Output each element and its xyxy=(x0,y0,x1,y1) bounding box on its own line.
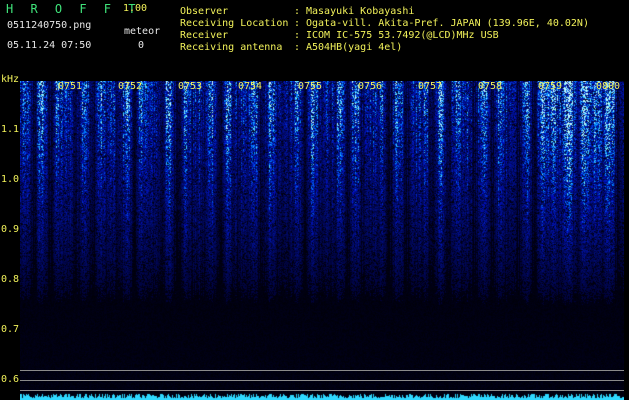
info-separator: : xyxy=(294,42,301,53)
info-label-location: Receiving Location xyxy=(180,18,289,29)
time-marker: 0751 xyxy=(58,81,83,92)
capture-datetime: 05.11.24 07:50 xyxy=(7,40,92,51)
axis-tick-label: 1.1 xyxy=(1,124,20,135)
spectrogram xyxy=(20,81,624,400)
time-marker: 0756 xyxy=(358,81,383,92)
time-marker: 0754 xyxy=(238,81,263,92)
axis-unit-label: kHz xyxy=(1,74,20,85)
info-value-antenna: A504HB(yagi 4el) xyxy=(306,42,403,53)
time-marker: 0758 xyxy=(478,81,503,92)
reference-line xyxy=(20,380,624,381)
time-marker: 0759 xyxy=(538,81,563,92)
info-label-receiver: Receiver xyxy=(180,30,229,41)
file-name: 0511240750.png xyxy=(7,20,92,31)
info-label-observer: Observer xyxy=(180,6,229,17)
app-version: 1.00 xyxy=(123,3,148,14)
info-separator: : xyxy=(294,30,301,41)
axis-tick-label: 0.9 xyxy=(1,224,20,235)
meteor-label: meteor xyxy=(124,26,161,37)
time-marker: 0800 xyxy=(596,81,621,92)
axis-tick-label: 0.8 xyxy=(1,274,20,285)
info-value-observer: Masayuki Kobayashi xyxy=(306,6,415,17)
info-separator: : xyxy=(294,6,301,17)
axis-tick-label: 1.0 xyxy=(1,174,20,185)
app-title: H R O F F T xyxy=(6,2,141,16)
info-separator: : xyxy=(294,18,301,29)
axis-tick-label: 0.7 xyxy=(1,324,20,335)
info-label-antenna: Receiving antenna xyxy=(180,42,283,53)
info-value-receiver: ICOM IC-575 53.7492(@LCD)MHz USB xyxy=(306,30,499,41)
meteor-count: 0 xyxy=(138,40,145,51)
time-marker: 0753 xyxy=(178,81,203,92)
time-marker: 0757 xyxy=(418,81,443,92)
reference-line xyxy=(20,390,624,391)
time-marker: 0752 xyxy=(118,81,143,92)
axis-tick-label: 0.6 xyxy=(1,374,20,385)
reference-line xyxy=(20,370,624,371)
time-marker: 0755 xyxy=(298,81,323,92)
info-value-location: Ogata-vill. Akita-Pref. JAPAN (139.96E, … xyxy=(306,18,589,29)
